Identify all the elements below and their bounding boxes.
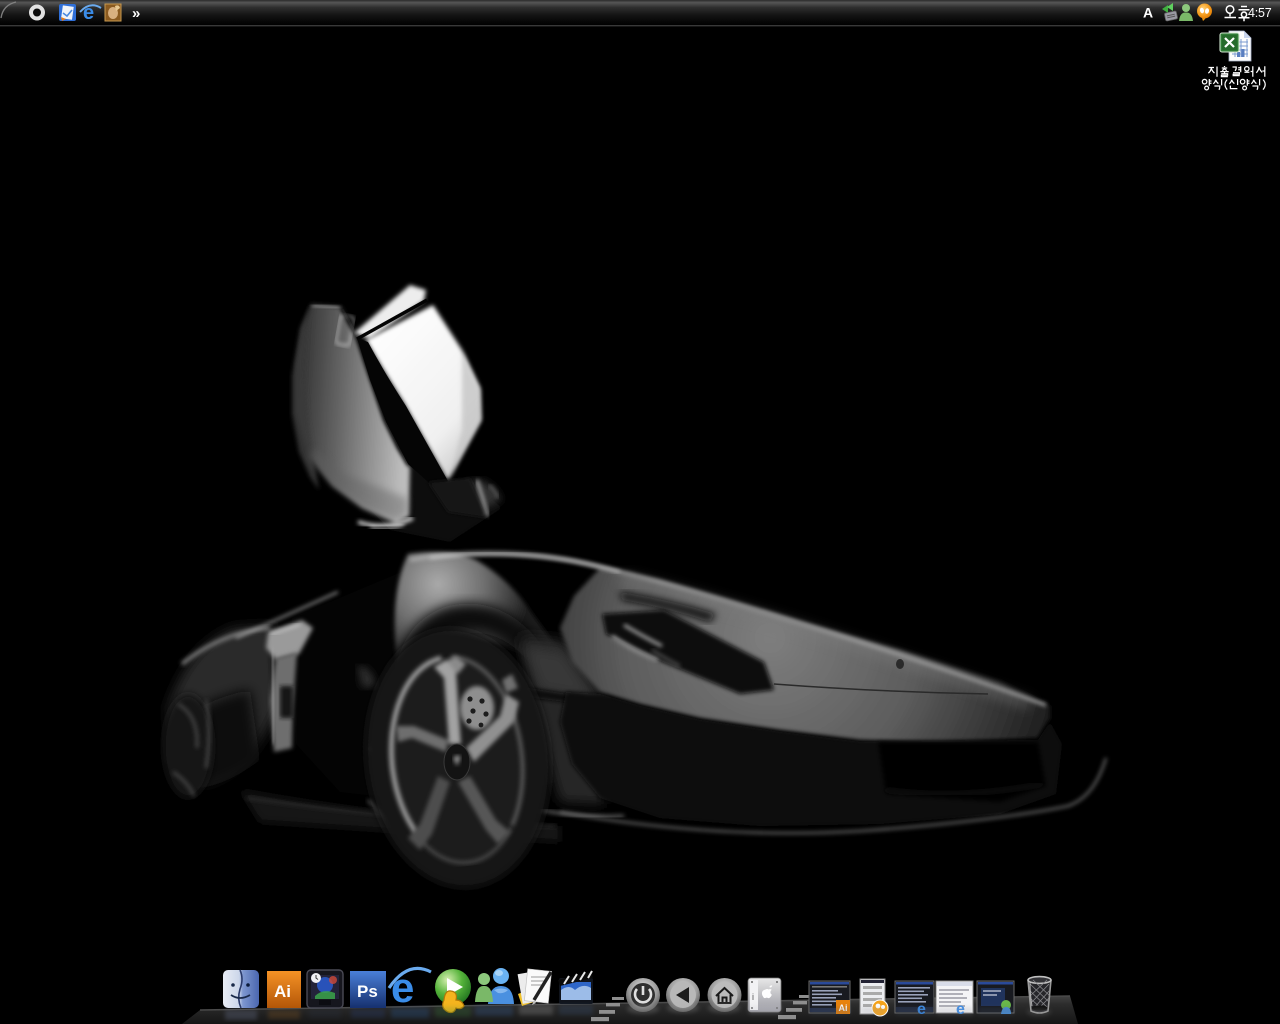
svg-text:4:57: 4:57 <box>1248 6 1272 20</box>
svg-text:A: A <box>1143 5 1153 21</box>
svg-text:»: » <box>132 5 140 22</box>
svg-text:i: i <box>752 992 754 1002</box>
svg-text:Ai: Ai <box>274 982 291 1001</box>
svg-text:Ps: Ps <box>357 982 378 1001</box>
